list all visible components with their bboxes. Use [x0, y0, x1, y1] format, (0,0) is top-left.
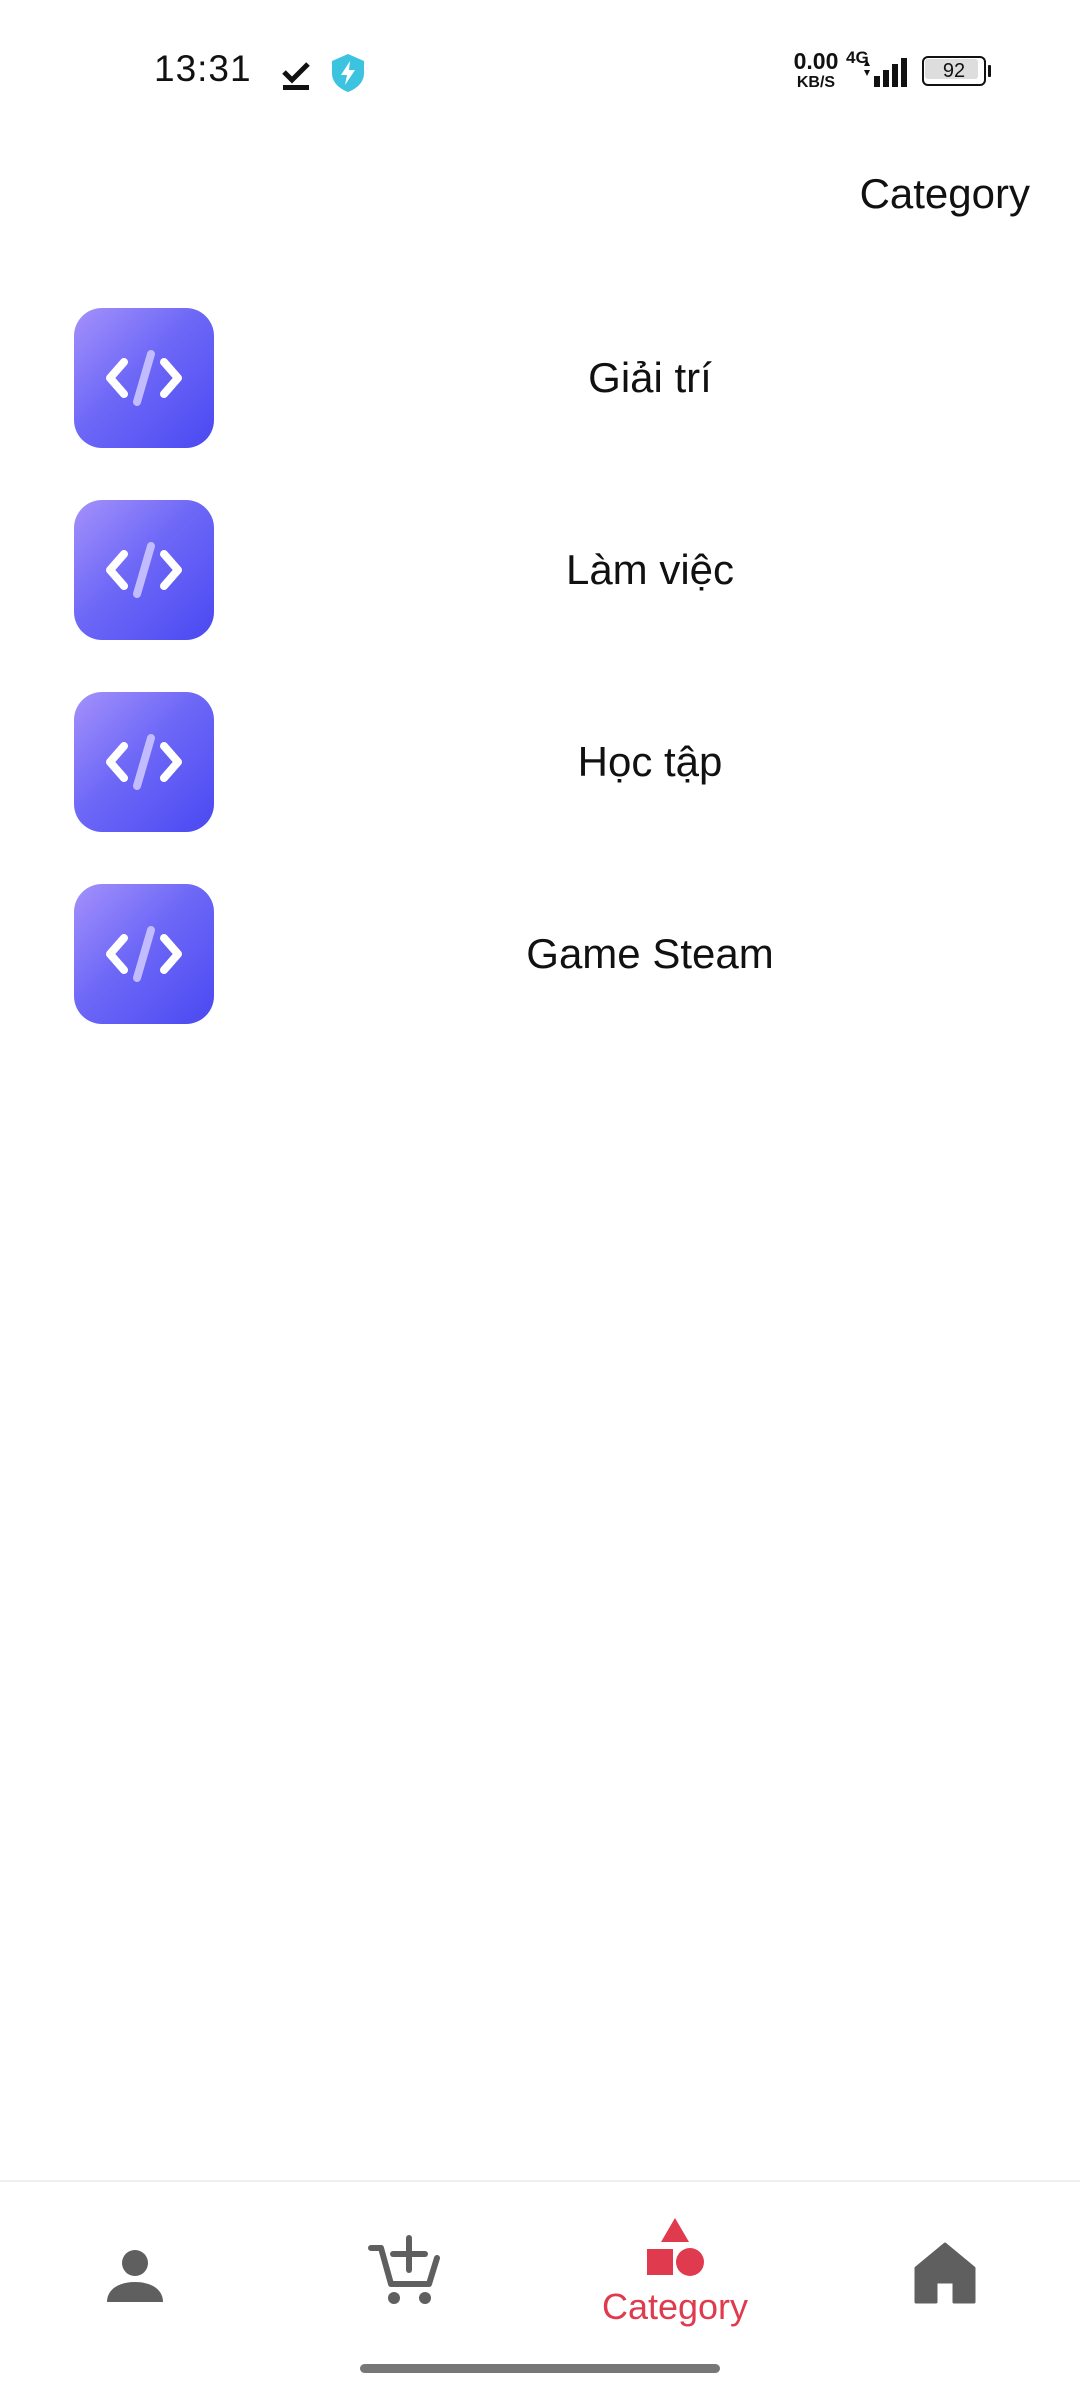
- code-icon: [74, 692, 214, 832]
- nav-category[interactable]: Category: [540, 2182, 810, 2352]
- page-title: Category: [859, 170, 1030, 217]
- code-icon: [74, 884, 214, 1024]
- category-label: Giải trí: [588, 354, 712, 401]
- battery-tip: [988, 65, 991, 77]
- battery-icon: 92: [922, 56, 991, 86]
- category-label: Game Steam: [526, 930, 774, 977]
- network-speed-value: 0.00: [793, 48, 839, 74]
- shield-bolt-icon: [332, 54, 364, 92]
- category-item-giai-tri[interactable]: Giải trí: [0, 308, 1080, 448]
- status-bar: 13:31 0.00 KB/S 4G 92: [0, 0, 1080, 140]
- network-speed: 0.00 KB/S: [788, 50, 844, 91]
- code-icon: [74, 308, 214, 448]
- code-icon: [74, 500, 214, 640]
- nav-home[interactable]: [810, 2182, 1080, 2352]
- signal-icon: [864, 58, 907, 87]
- network-speed-unit: KB/S: [796, 74, 836, 91]
- home-icon: [914, 2242, 976, 2304]
- category-item-game-steam[interactable]: Game Steam: [0, 884, 1080, 1024]
- battery-percent: 92: [942, 60, 966, 82]
- nav-category-label: Category: [601, 2286, 749, 2327]
- status-time: 13:31: [154, 48, 252, 89]
- add-cart-icon: [368, 2235, 440, 2304]
- person-icon: [107, 2250, 163, 2302]
- shapes-icon: [647, 2218, 704, 2276]
- category-list: Giải trí Làm việc Học tập Game Steam: [0, 308, 1080, 1076]
- nav-profile[interactable]: [0, 2182, 270, 2352]
- category-label: Học tập: [577, 738, 723, 785]
- download-done-icon: [282, 62, 310, 90]
- nav-cart[interactable]: [270, 2182, 540, 2352]
- home-indicator: [360, 2364, 720, 2373]
- category-item-lam-viec[interactable]: Làm việc: [0, 500, 1080, 640]
- category-label: Làm việc: [565, 546, 735, 593]
- category-item-hoc-tap[interactable]: Học tập: [0, 692, 1080, 832]
